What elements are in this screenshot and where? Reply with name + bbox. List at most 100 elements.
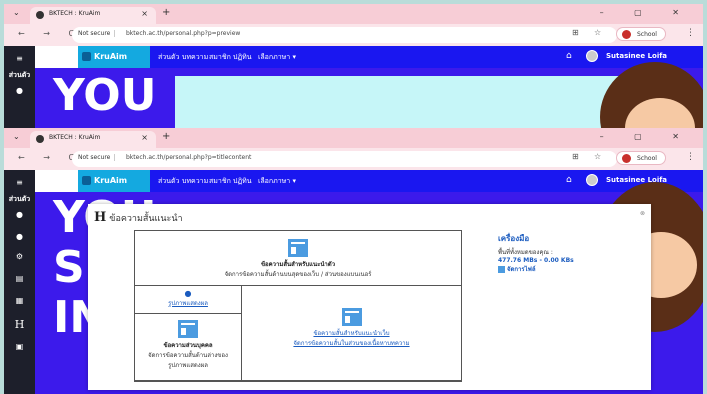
close-tab-icon[interactable]: × <box>141 9 148 18</box>
option-title: ข้อความส่วนบุคคล <box>163 342 213 349</box>
option-web-message[interactable]: ข้อความสั้นสำหรับแนะนำเว็บ จัดการข้อความ… <box>241 285 462 382</box>
tab-bar: ⌄ BKTECH : KruAim × + – ▢ ✕ <box>4 128 703 148</box>
profile-label: School <box>637 31 657 38</box>
home-icon[interactable]: ⌂ <box>566 51 572 61</box>
top-navbar: KruAim ส่วนตัว บทความ สมาชิก ปฏิทิน เลือ… <box>78 46 703 68</box>
brand-name: KruAim <box>94 52 128 61</box>
hero-text: YOU <box>53 70 157 121</box>
close-icon[interactable]: ⊗ <box>640 210 645 217</box>
profile-chip[interactable]: School <box>616 151 666 165</box>
page-viewport: ≡ ส่วนตัว ● ● ⚙ ▤ ▦ H ▣ KruAim ส่วนตัว บ… <box>4 170 703 394</box>
sidebar-image-icon[interactable]: ▦ <box>4 296 35 305</box>
browser-menu-icon[interactable]: ⋮ <box>686 28 695 38</box>
sidebar-settings-icon[interactable]: ⚙ <box>4 252 35 261</box>
new-tab-button[interactable]: + <box>162 7 170 18</box>
modal-title: H ข้อความสั้นแนะนำ <box>94 210 183 225</box>
tab-title: BKTECH : KruAim <box>49 10 101 17</box>
options-grid: ข้อความสั้นสำหรับแนะนำตัว จัดการข้อความส… <box>134 230 462 382</box>
not-secure-badge[interactable]: Not secure <box>78 30 116 37</box>
option-intro-message[interactable]: ข้อความสั้นสำหรับแนะนำตัว จัดการข้อความส… <box>134 230 462 286</box>
user-name[interactable]: Sutasinee Loifa <box>606 52 667 60</box>
browser-window-front: ⌄ BKTECH : KruAim × + – ▢ ✕ ← → C Not se… <box>4 128 703 394</box>
nav-item-articles[interactable]: บทความ <box>182 52 208 63</box>
url-text[interactable]: bktech.ac.th/personal.php?p=titlecontent <box>126 154 251 161</box>
nav-item-articles[interactable]: บทความ <box>182 176 208 187</box>
profile-label: School <box>637 155 657 162</box>
option-desc: รูปภาพแสดงผล <box>168 362 208 369</box>
sidebar-menu-icon[interactable]: ≡ <box>4 54 35 63</box>
window-controls[interactable]: – ▢ ✕ <box>600 8 693 17</box>
sidebar: ≡ ส่วนตัว ● ● ⚙ ▤ ▦ H ▣ <box>4 170 35 394</box>
preview-overlay <box>175 76 655 130</box>
tools-heading: เครื่องมือ <box>498 234 530 243</box>
nav-item-language[interactable]: เลือกภาษา ▾ <box>258 176 296 187</box>
nav-item-calendar[interactable]: ปฏิทิน <box>233 52 252 63</box>
option-desc: จัดการข้อความสั้นด้านล่างของ <box>148 352 228 359</box>
browser-tab[interactable]: BKTECH : KruAim × <box>30 131 156 148</box>
option-profile-image[interactable]: ● รูปภาพแสดงผล <box>134 285 242 314</box>
nav-item-personal[interactable]: ส่วนตัว <box>158 176 179 187</box>
user-avatar[interactable] <box>586 174 598 186</box>
folder-icon <box>498 266 505 273</box>
logo-icon <box>82 52 91 61</box>
not-secure-badge[interactable]: Not secure <box>78 154 116 161</box>
nav-item-personal[interactable]: ส่วนตัว <box>158 52 179 63</box>
option-link[interactable]: จัดการข้อความสั้นในส่วนของเนื้อหาบทความ <box>242 338 461 348</box>
user-icon: ● <box>184 289 192 298</box>
option-link[interactable]: ข้อความสั้นสำหรับแนะนำเว็บ <box>242 328 461 338</box>
omnibox[interactable]: Not secure bktech.ac.th/personal.php?p=t… <box>72 151 617 167</box>
file-manager-label: จัดการไฟล์ <box>507 266 536 273</box>
sidebar-label: ส่วนตัว <box>8 195 31 203</box>
address-bar-row: ← → C Not secure bktech.ac.th/personal.p… <box>4 24 703 46</box>
sidebar-gallery-icon[interactable]: ▣ <box>4 342 35 351</box>
nav-item-calendar[interactable]: ปฏิทิน <box>233 176 252 187</box>
sidebar-menu-icon[interactable]: ≡ <box>4 178 35 187</box>
sidebar-user-icon[interactable]: ● <box>4 232 35 241</box>
brand-logo[interactable]: KruAim <box>78 170 150 192</box>
hero-text: S <box>53 242 85 293</box>
option-link[interactable]: รูปภาพแสดงผล <box>135 298 241 308</box>
new-tab-button[interactable]: + <box>162 131 170 142</box>
user-avatar[interactable] <box>586 50 598 62</box>
close-tab-icon[interactable]: × <box>141 133 148 142</box>
short-message-modal: H ข้อความสั้นแนะนำ ⊗ ข้อความสั้นสำหรับแนะ… <box>88 204 651 390</box>
nav-item-members[interactable]: สมาชิก <box>209 52 231 63</box>
profile-avatar <box>622 30 631 39</box>
hero-banner: YOU <box>35 62 703 130</box>
translate-icon[interactable]: ⊞ <box>572 152 579 161</box>
home-icon[interactable]: ⌂ <box>566 175 572 185</box>
top-navbar: KruAim ส่วนตัว บทความ สมาชิก ปฏิทิน เลือ… <box>78 170 703 192</box>
bookmark-star-icon[interactable]: ☆ <box>594 152 601 161</box>
browser-window-back: ⌄ BKTECH : KruAim × + – ▢ ✕ ← → C Not se… <box>4 4 703 130</box>
modal-title-text: ข้อความสั้นแนะนำ <box>109 214 183 224</box>
sidebar-item-icon[interactable]: ● <box>4 210 35 219</box>
sidebar-heading-icon[interactable]: H <box>4 318 35 331</box>
sidebar-document-icon[interactable]: ▤ <box>4 274 35 283</box>
sidebar-item-icon[interactable]: ● <box>4 86 35 95</box>
browser-tab[interactable]: BKTECH : KruAim × <box>30 7 156 24</box>
tab-search-icon[interactable]: ⌄ <box>13 8 20 17</box>
window-controls[interactable]: – ▢ ✕ <box>600 132 693 141</box>
brand-logo[interactable]: KruAim <box>78 46 150 68</box>
space-value: 477.76 MBs - 0.00 KBs <box>498 257 574 264</box>
brand-name: KruAim <box>94 176 128 185</box>
bookmark-star-icon[interactable]: ☆ <box>594 28 601 37</box>
tab-search-icon[interactable]: ⌄ <box>13 132 20 141</box>
option-title: ข้อความสั้นสำหรับแนะนำตัว <box>260 261 336 268</box>
url-text[interactable]: bktech.ac.th/personal.php?p=preview <box>126 30 240 37</box>
nav-item-members[interactable]: สมาชิก <box>209 176 231 187</box>
profile-chip[interactable]: School <box>616 27 666 41</box>
option-desc: จัดการข้อความสั้นด้านบนสุดของเว็บ / ส่วน… <box>224 271 372 278</box>
file-manager-link[interactable]: จัดการไฟล์ <box>498 264 638 274</box>
site-favicon-icon <box>36 135 44 143</box>
browser-menu-icon[interactable]: ⋮ <box>686 152 695 162</box>
page-viewport: ≡ ส่วนตัว ● KruAim ส่วนตัว บทความ สมาชิก… <box>4 46 703 130</box>
sidebar-label: ส่วนตัว <box>8 71 31 79</box>
heading-icon: H <box>94 210 107 225</box>
nav-item-language[interactable]: เลือกภาษา ▾ <box>258 52 296 63</box>
space-label: พื้นที่ทั้งหมดของคุณ : <box>498 249 553 256</box>
option-personal-message[interactable]: ข้อความส่วนบุคคล จัดการข้อความสั้นด้านล่… <box>134 313 242 382</box>
translate-icon[interactable]: ⊞ <box>572 28 579 37</box>
omnibox[interactable]: Not secure bktech.ac.th/personal.php?p=p… <box>72 27 617 43</box>
layout-icon <box>178 320 198 338</box>
